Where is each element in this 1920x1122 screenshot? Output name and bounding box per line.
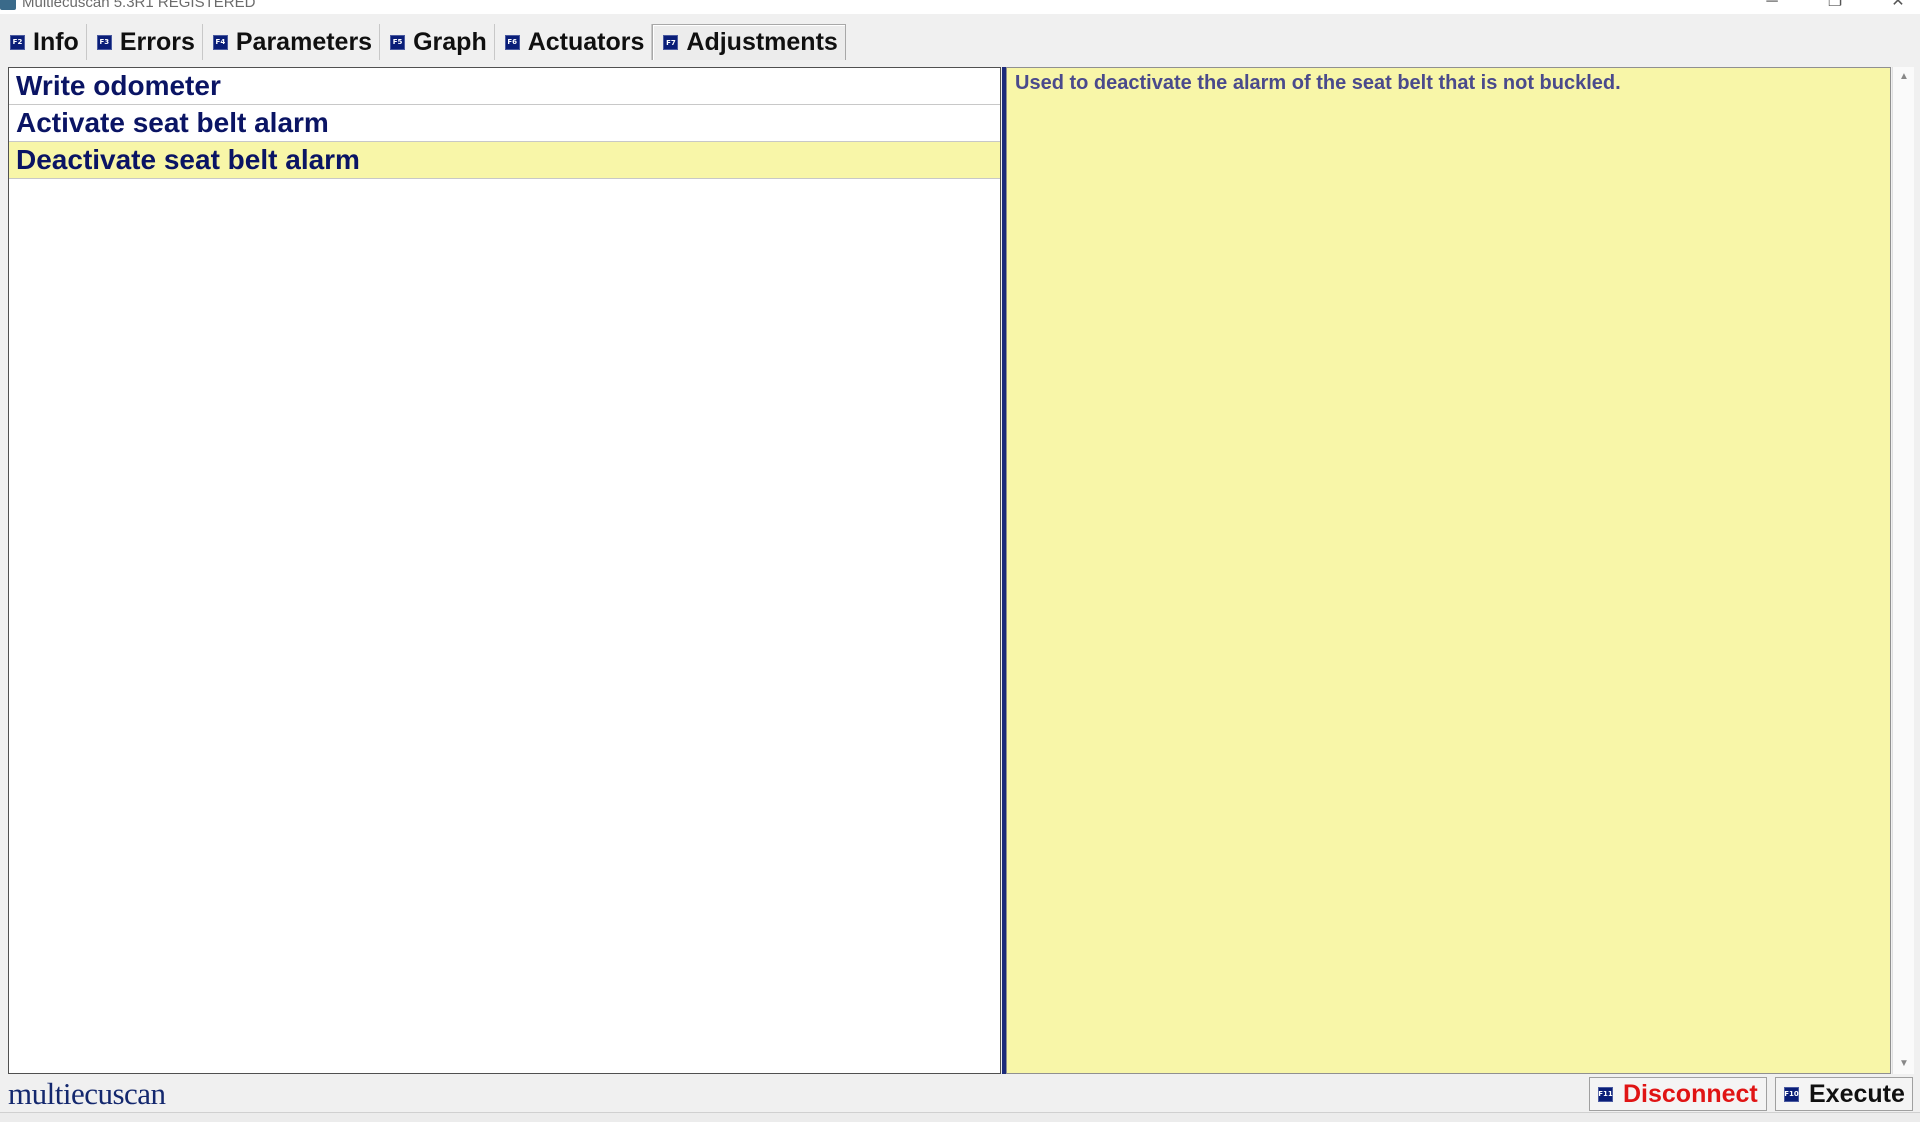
- title-bar: Multiecuscan 5.3R1 REGISTERED ─ ❐ ✕: [0, 0, 1920, 14]
- maximize-button[interactable]: ❐: [1815, 0, 1855, 14]
- tab-label: Info: [33, 27, 79, 56]
- f7-key-icon: F7: [663, 35, 679, 50]
- list-item-write-odometer[interactable]: Write odometer: [9, 68, 1000, 105]
- disconnect-button[interactable]: F11 Disconnect: [1589, 1077, 1767, 1111]
- f2-key-icon: F2: [10, 34, 25, 50]
- window-title: Multiecuscan 5.3R1 REGISTERED: [22, 0, 256, 11]
- f11-key-icon: F11: [1598, 1086, 1613, 1102]
- tab-bar: F2 Info F3 Errors F4 Parameters F5 Graph…: [0, 24, 1920, 60]
- tab-label: Actuators: [527, 27, 645, 56]
- tab-parameters[interactable]: F4 Parameters: [203, 24, 381, 60]
- tab-label: Errors: [119, 27, 195, 56]
- minimize-button[interactable]: ─: [1752, 0, 1792, 14]
- close-button[interactable]: ✕: [1878, 0, 1918, 14]
- scroll-up-icon[interactable]: ▲: [1893, 67, 1915, 87]
- f4-key-icon: F4: [212, 34, 228, 50]
- f10-key-icon: F10: [1784, 1086, 1799, 1102]
- description-text: Used to deactivate the alarm of the seat…: [1015, 72, 1621, 94]
- status-bar: [0, 1112, 1920, 1122]
- f5-key-icon: F5: [390, 34, 406, 50]
- execute-label: Execute: [1809, 1079, 1905, 1108]
- tab-label: Adjustments: [686, 28, 838, 56]
- tab-label: Parameters: [235, 27, 373, 56]
- list-item-deactivate-seat-belt-alarm[interactable]: Deactivate seat belt alarm: [9, 142, 1000, 179]
- tab-adjustments[interactable]: F7 Adjustments: [652, 24, 846, 60]
- f6-key-icon: F6: [504, 34, 520, 50]
- disconnect-label: Disconnect: [1623, 1079, 1758, 1108]
- tab-label: Graph: [413, 27, 487, 56]
- tab-errors[interactable]: F3 Errors: [87, 24, 203, 60]
- adjustments-list: Write odometer Activate seat belt alarm …: [8, 67, 1001, 1074]
- scroll-down-icon[interactable]: ▼: [1893, 1054, 1915, 1074]
- tab-info[interactable]: F2 Info: [0, 24, 87, 60]
- f3-key-icon: F3: [96, 34, 112, 50]
- tab-graph[interactable]: F5 Graph: [380, 24, 495, 60]
- execute-button[interactable]: F10 Execute: [1775, 1077, 1913, 1111]
- tab-actuators[interactable]: F6 Actuators: [495, 24, 653, 60]
- description-scrollbar[interactable]: ▲ ▼: [1892, 67, 1914, 1074]
- description-panel: Used to deactivate the alarm of the seat…: [1006, 67, 1891, 1074]
- list-item-activate-seat-belt-alarm[interactable]: Activate seat belt alarm: [9, 105, 1000, 142]
- multiecuscan-logo: multiecuscan: [8, 1076, 166, 1111]
- app-icon: [0, 0, 16, 10]
